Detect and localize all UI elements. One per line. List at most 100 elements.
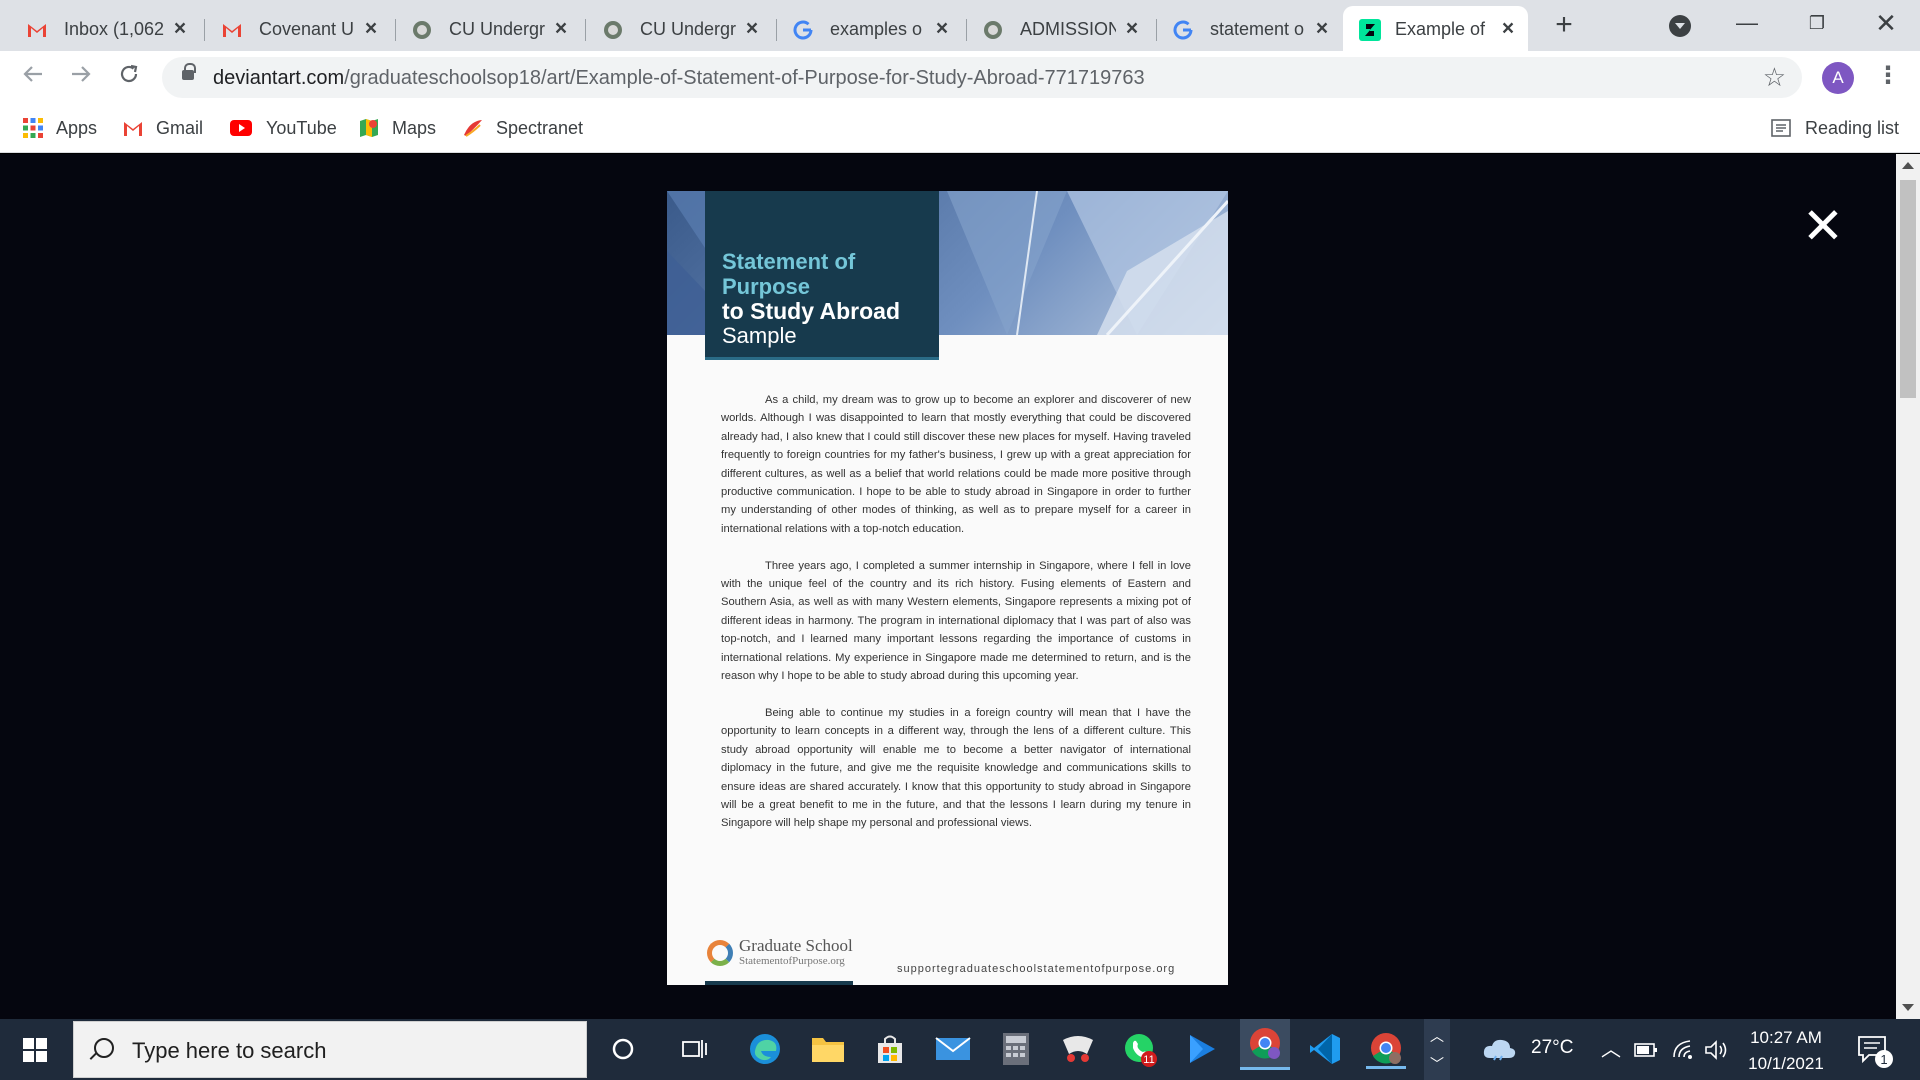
tab-statement[interactable]: statement o × bbox=[1172, 6, 1342, 51]
cortana-button[interactable] bbox=[603, 1029, 643, 1069]
close-tab-icon[interactable]: × bbox=[742, 18, 762, 39]
tab-label: ADMISSION bbox=[1020, 19, 1116, 39]
scroll-up-arrow-icon[interactable] bbox=[1902, 162, 1914, 169]
scrollbar-thumb[interactable] bbox=[1900, 180, 1916, 398]
taskbar-vscode[interactable] bbox=[1305, 1029, 1345, 1069]
tab-example-active[interactable]: Example of × bbox=[1343, 6, 1528, 51]
store-icon bbox=[878, 1035, 902, 1063]
tab-covenant[interactable]: Covenant U × bbox=[221, 6, 396, 51]
profile-avatar[interactable]: A bbox=[1822, 62, 1854, 94]
close-tab-icon[interactable]: × bbox=[361, 18, 381, 39]
show-hidden-icons-chevron-icon[interactable]: ︿ bbox=[1601, 1033, 1621, 1062]
whatsapp-badge-count: 11 bbox=[1143, 1054, 1154, 1066]
tab-cu-undergrad-2[interactable]: CU Undergr × bbox=[602, 6, 777, 51]
taskbar-edge[interactable] bbox=[745, 1029, 785, 1069]
doc-paragraph: Three years ago, I completed a summer in… bbox=[721, 559, 1191, 683]
folder-icon bbox=[812, 1038, 844, 1062]
url-text[interactable]: deviantart.com/graduateschoolsop18/art/E… bbox=[213, 67, 1145, 89]
taskbar-store[interactable] bbox=[870, 1029, 910, 1069]
edge-icon bbox=[750, 1034, 780, 1064]
taskbar-search-box[interactable]: Type here to search bbox=[73, 1021, 587, 1078]
bookmark-gmail[interactable]: Gmail bbox=[122, 115, 203, 141]
chrome-menu-icon[interactable]: ⋮ bbox=[1876, 63, 1900, 91]
bookmark-apps[interactable]: Apps bbox=[22, 115, 97, 141]
close-tab-icon[interactable]: × bbox=[170, 18, 190, 39]
close-window-button[interactable]: ✕ bbox=[1871, 10, 1901, 36]
tab-search-button[interactable] bbox=[1669, 15, 1691, 37]
taskbar-mail[interactable] bbox=[933, 1029, 973, 1069]
reload-button[interactable] bbox=[115, 63, 143, 91]
maps-icon bbox=[360, 119, 378, 137]
snipping-tool-icon bbox=[1063, 1036, 1093, 1062]
close-tab-icon[interactable]: × bbox=[551, 18, 571, 39]
taskbar-clock[interactable]: 10:27 AM 10/1/2021 bbox=[1738, 1025, 1834, 1077]
doc-title-box: Statement of Purpose to Study Abroad Sam… bbox=[705, 191, 939, 360]
google-icon bbox=[792, 19, 814, 41]
bookmark-youtube[interactable]: YouTube bbox=[228, 115, 337, 141]
doc-body: As a child, my dream was to grow up to b… bbox=[721, 391, 1191, 851]
taskbar-media-player[interactable] bbox=[1182, 1029, 1222, 1069]
doc-title-line2: to Study Abroad bbox=[722, 298, 901, 324]
wifi-icon[interactable] bbox=[1672, 1039, 1696, 1061]
taskbar-chrome-profile[interactable] bbox=[1366, 1029, 1406, 1069]
back-button[interactable] bbox=[19, 63, 47, 91]
task-view-icon bbox=[682, 1040, 707, 1058]
weather-cloud-icon[interactable] bbox=[1482, 1036, 1518, 1062]
doc-website: supportegraduateschoolstatementofpurpose… bbox=[897, 963, 1176, 975]
gmail-icon bbox=[124, 122, 142, 136]
bookmark-maps[interactable]: Maps bbox=[358, 115, 436, 141]
lock-icon bbox=[182, 63, 196, 80]
close-tab-icon[interactable]: × bbox=[1498, 18, 1518, 39]
tab-inbox[interactable]: Inbox (1,062) × bbox=[26, 6, 205, 51]
bookmark-label: Apps bbox=[56, 117, 98, 138]
task-view-button[interactable] bbox=[675, 1029, 715, 1069]
scroll-down-arrow-icon[interactable] bbox=[1902, 1004, 1914, 1011]
forward-button[interactable] bbox=[67, 63, 95, 91]
close-viewer-button[interactable]: ✕ bbox=[1802, 201, 1844, 251]
search-placeholder: Type here to search bbox=[132, 1038, 327, 1063]
bookmark-spectranet[interactable]: Spectranet bbox=[462, 115, 583, 141]
tab-label: Inbox (1,062) bbox=[64, 19, 164, 39]
tab-strip: Inbox (1,062) × Covenant U × CU Undergr … bbox=[0, 0, 1920, 51]
start-button[interactable] bbox=[0, 1019, 70, 1080]
taskbar-chrome[interactable] bbox=[1240, 1019, 1290, 1070]
weather-temperature[interactable]: 27°C bbox=[1531, 1037, 1573, 1059]
whatsapp-icon: 11 bbox=[1125, 1034, 1157, 1067]
mail-icon bbox=[935, 1037, 971, 1060]
tab-label: CU Undergr bbox=[640, 19, 736, 39]
play-icon bbox=[1190, 1035, 1215, 1063]
battery-icon[interactable] bbox=[1634, 1042, 1658, 1058]
taskbar-snipping-tool[interactable] bbox=[1058, 1029, 1098, 1069]
chrome-icon bbox=[1371, 1032, 1401, 1064]
minimize-button[interactable]: — bbox=[1732, 10, 1762, 36]
reading-list-button[interactable]: Reading list bbox=[1771, 115, 1899, 141]
logo-mark-icon bbox=[707, 940, 733, 966]
notification-center-button[interactable]: 1 bbox=[1855, 1031, 1895, 1071]
back-arrow-icon bbox=[23, 66, 42, 82]
address-bar[interactable]: deviantart.com/graduateschoolsop18/art/E… bbox=[162, 57, 1802, 98]
close-tab-icon[interactable]: × bbox=[1122, 18, 1142, 39]
browser-toolbar: deviantart.com/graduateschoolsop18/art/E… bbox=[0, 51, 1920, 103]
tab-examples[interactable]: examples o × bbox=[792, 6, 967, 51]
tab-separator bbox=[585, 19, 586, 41]
search-icon bbox=[94, 1038, 114, 1058]
taskbar-calculator[interactable] bbox=[996, 1029, 1036, 1069]
logo-text-line1: Graduate School bbox=[739, 936, 853, 955]
tab-admission[interactable]: ADMISSION × bbox=[982, 6, 1157, 51]
youtube-icon bbox=[230, 120, 252, 136]
close-tab-icon[interactable]: × bbox=[1312, 18, 1332, 39]
page-scrollbar[interactable] bbox=[1896, 154, 1920, 1019]
bookmark-star-icon[interactable]: ☆ bbox=[1763, 64, 1786, 90]
clock-time: 10:27 AM bbox=[1750, 1028, 1822, 1047]
taskbar-whatsapp[interactable]: 11 bbox=[1120, 1029, 1160, 1069]
close-tab-icon[interactable]: × bbox=[932, 18, 952, 39]
notification-icon: 1 bbox=[1858, 1036, 1893, 1068]
doc-paragraph: Being able to continue my studies in a f… bbox=[721, 706, 1191, 830]
restore-button[interactable]: ❐ bbox=[1802, 10, 1832, 36]
google-icon bbox=[1172, 19, 1194, 41]
new-tab-button[interactable]: + bbox=[1551, 10, 1577, 40]
volume-icon[interactable] bbox=[1704, 1039, 1728, 1061]
taskbar-file-explorer[interactable] bbox=[808, 1029, 848, 1069]
doc-title-line1: Statement of Purpose bbox=[722, 249, 856, 299]
tab-cu-undergrad-1[interactable]: CU Undergr × bbox=[411, 6, 586, 51]
